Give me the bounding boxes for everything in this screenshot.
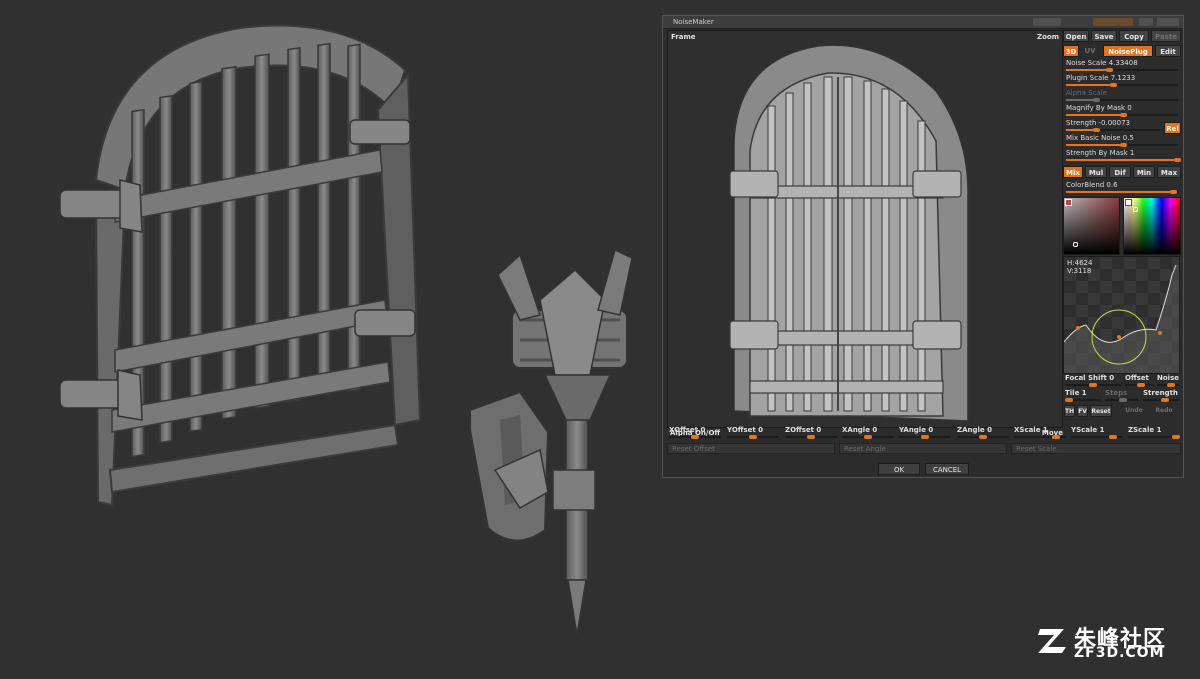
cancel-button[interactable]: CANCEL	[925, 463, 969, 475]
yangle-slider[interactable]: YAngle 0	[897, 426, 953, 440]
gate-model	[59, 24, 422, 507]
colorblend-label: ColorBlend 0.6	[1066, 181, 1118, 189]
reset-angle-button[interactable]: Reset Angle	[839, 443, 1007, 454]
noise-slider[interactable]: Noise	[1155, 374, 1181, 388]
strength-curve-slider[interactable]: Strength	[1141, 389, 1181, 403]
offset-slider[interactable]: Offset	[1123, 374, 1155, 388]
reset-curve-button[interactable]: Reset	[1090, 405, 1112, 417]
zf3d-watermark: 朱峰社区 ZF3D.COM	[1036, 621, 1186, 663]
strength-curve-label: Strength	[1143, 389, 1178, 397]
mul-mode-button[interactable]: Mul	[1085, 166, 1107, 178]
watermark-en: ZF3D.COM	[1074, 645, 1165, 661]
noise-label: Noise	[1157, 374, 1179, 382]
titlebar-button[interactable]	[1033, 18, 1061, 26]
magnify-by-mask-slider[interactable]: Magnify By Mask 0	[1063, 104, 1181, 118]
redo-curve-button[interactable]: Redo	[1153, 405, 1175, 417]
min-mode-button[interactable]: Min	[1133, 166, 1155, 178]
zoffset-slider[interactable]: ZOffset 0	[783, 426, 839, 440]
torch-model	[469, 248, 633, 636]
alpha-scale-label: Alpha Scale	[1066, 89, 1107, 97]
reset-offset-button[interactable]: Reset Offset	[667, 443, 835, 454]
open-button[interactable]: Open	[1063, 30, 1089, 42]
plugin-scale-slider[interactable]: Plugin Scale 7.1233	[1063, 74, 1181, 88]
main-color-picker[interactable]	[1123, 197, 1181, 255]
xangle-slider[interactable]: XAngle 0	[840, 426, 896, 440]
mix-mode-button[interactable]: Mix	[1063, 166, 1083, 178]
mix-basic-noise-label: Mix Basic Noise 0.5	[1066, 134, 1134, 142]
noiseplug-button[interactable]: NoisePlug	[1103, 45, 1153, 57]
strength-label: Strength -0.00073	[1066, 119, 1130, 127]
titlebar-button[interactable]	[1157, 18, 1179, 26]
ok-button[interactable]: OK	[878, 463, 920, 475]
th-button[interactable]: TH	[1064, 405, 1075, 417]
steps-slider[interactable]: Steps	[1103, 389, 1141, 403]
yscale-slider[interactable]: YScale 1	[1069, 426, 1125, 440]
save-button[interactable]: Save	[1091, 30, 1117, 42]
titlebar-button[interactable]	[1139, 18, 1153, 26]
undo-curve-button[interactable]: Undo	[1123, 405, 1145, 417]
dif-mode-button[interactable]: Dif	[1109, 166, 1131, 178]
noise-curve-editor[interactable]: H:4624 V:3118	[1063, 256, 1180, 374]
offset-label: Offset	[1125, 374, 1149, 382]
paste-button[interactable]: Paste	[1151, 30, 1181, 42]
steps-label: Steps	[1105, 389, 1128, 397]
coordinate-readout: H:4624 V:3118	[1067, 259, 1093, 275]
zangle-slider[interactable]: ZAngle 0	[955, 426, 1011, 440]
focal-shift-slider[interactable]: Focal Shift 0	[1063, 374, 1123, 388]
strength-by-mask-label: Strength By Mask 1	[1066, 149, 1135, 157]
strength-by-mask-slider[interactable]: Strength By Mask 1	[1063, 149, 1181, 163]
mix-basic-noise-slider[interactable]: Mix Basic Noise 0.5	[1063, 134, 1181, 148]
dialog-title: NoiseMaker	[673, 18, 714, 26]
copy-button[interactable]: Copy	[1119, 30, 1149, 42]
uv-toggle[interactable]: UV	[1081, 45, 1099, 57]
noise-preview-panel[interactable]: Frame Zoom Alpha On/Off Move	[667, 30, 1063, 437]
xscale-slider[interactable]: XScale 1	[1012, 426, 1068, 440]
tile-slider[interactable]: Tile 1	[1063, 389, 1103, 403]
rel-toggle[interactable]: Rel	[1164, 122, 1181, 134]
tile-label: Tile 1	[1065, 389, 1087, 397]
noisemaker-dialog: NoiseMaker Frame Zoom Alpha On/Off Move …	[662, 15, 1184, 478]
xoffset-slider[interactable]: XOffset 0	[667, 426, 723, 440]
zbrush-viewport[interactable]: NoiseMaker Frame Zoom Alpha On/Off Move …	[0, 0, 1200, 675]
yoffset-slider[interactable]: YOffset 0	[725, 426, 781, 440]
secondary-color-picker[interactable]	[1063, 197, 1120, 255]
noise-scale-label: Noise Scale 4.33408	[1066, 59, 1138, 67]
max-mode-button[interactable]: Max	[1157, 166, 1181, 178]
edit-button[interactable]: Edit	[1155, 45, 1181, 57]
reset-scale-button[interactable]: Reset Scale	[1011, 443, 1181, 454]
3d-toggle[interactable]: 3D	[1063, 45, 1079, 57]
noise-scale-slider[interactable]: Noise Scale 4.33408	[1063, 59, 1181, 73]
plugin-scale-label: Plugin Scale 7.1233	[1066, 74, 1136, 82]
focal-shift-label: Focal Shift 0	[1065, 374, 1115, 382]
fv-button[interactable]: FV	[1077, 405, 1088, 417]
zscale-slider[interactable]: ZScale 1	[1126, 426, 1182, 440]
dialog-titlebar: NoiseMaker	[663, 16, 1183, 29]
strength-slider[interactable]: Strength -0.00073	[1063, 119, 1163, 133]
alpha-scale-slider[interactable]: Alpha Scale	[1063, 89, 1181, 103]
titlebar-button[interactable]	[1093, 18, 1133, 26]
zf3d-logo-icon	[1038, 629, 1066, 653]
magnify-by-mask-label: Magnify By Mask 0	[1066, 104, 1132, 112]
colorblend-slider[interactable]: ColorBlend 0.6	[1063, 181, 1181, 195]
preview-render	[729, 44, 969, 422]
